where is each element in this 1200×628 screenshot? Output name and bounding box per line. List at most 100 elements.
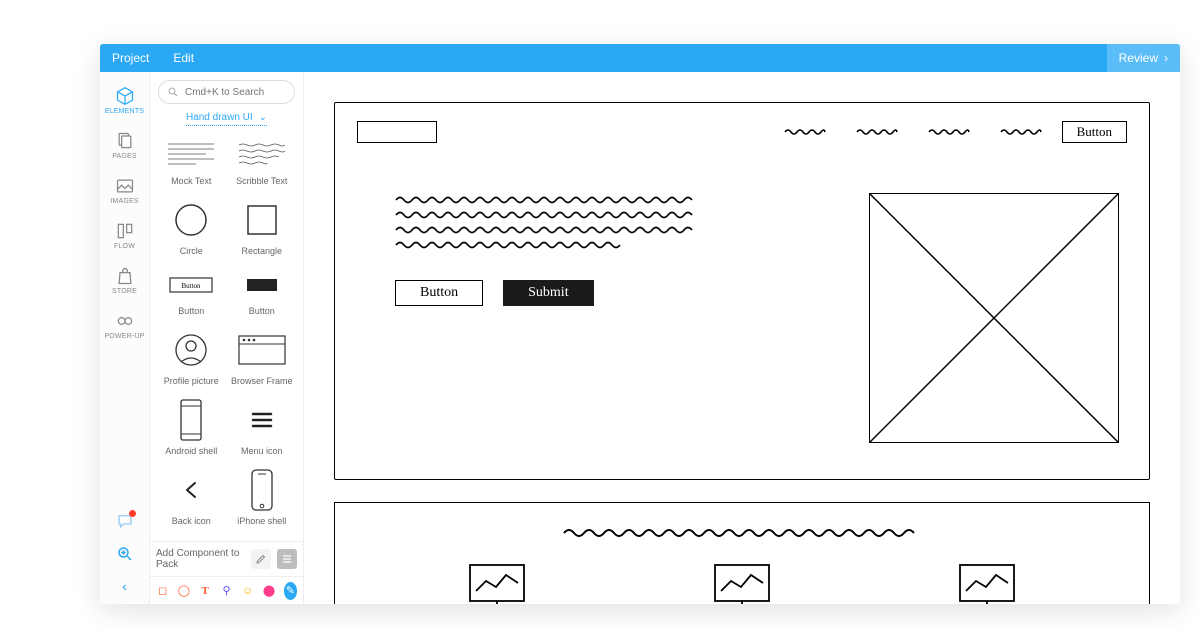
wire-chart-icon[interactable] (952, 561, 1022, 604)
element-ellipse[interactable] (227, 532, 298, 541)
pack-dropdown[interactable]: Hand drawn UI ⌄ (186, 112, 267, 126)
wire-header-button[interactable]: Button (1062, 121, 1127, 143)
wire-nav-item[interactable] (928, 123, 970, 141)
hamburger-icon-thumb (234, 398, 290, 442)
element-button-filled[interactable]: Button (227, 262, 298, 322)
element-profile-picture[interactable]: Profile picture (156, 322, 227, 392)
chip-pen-icon[interactable]: ✎ (284, 582, 297, 600)
rail-tab-flow[interactable]: Flow (100, 215, 150, 256)
wire-nav-item[interactable] (856, 123, 898, 141)
circle-thumb (163, 198, 219, 242)
wire-feature-row (335, 539, 1149, 604)
element-menu-icon[interactable]: Menu icon (227, 392, 298, 462)
browser-frame-thumb (234, 328, 290, 372)
element-iphone-shell[interactable]: iPhone shell (227, 462, 298, 532)
element-label: Rectangle (241, 246, 282, 256)
menu-edit[interactable]: Edit (161, 51, 206, 65)
chip-bar: ◻ ◯ T ⚲ ☺ ⬤ ✎ (150, 576, 303, 604)
iphone-shell-thumb (234, 468, 290, 512)
rail-bottom: ‹ (116, 512, 134, 604)
element-label: Button (178, 306, 204, 316)
chip-square-icon[interactable]: ◻ (156, 582, 169, 600)
menu-review[interactable]: Review › (1107, 44, 1180, 72)
menu-review-label: Review (1119, 51, 1158, 65)
search-icon (167, 86, 179, 98)
pack-name: Hand drawn UI (186, 112, 253, 123)
wire-image-placeholder[interactable] (869, 193, 1119, 443)
rail-tab-powerup[interactable]: Power-up (100, 305, 150, 346)
wire-nav (784, 123, 1042, 141)
element-tablet-shell[interactable] (156, 532, 227, 541)
avatar-thumb (163, 328, 219, 372)
left-rail: Elements Pages Images Flow (100, 72, 150, 604)
element-label: Button (249, 306, 275, 316)
element-button-outline[interactable]: Button Button (156, 262, 227, 322)
rail-tab-elements[interactable]: Elements (100, 80, 150, 121)
element-label: Android shell (165, 446, 217, 456)
android-shell-thumb (163, 398, 219, 442)
element-android-shell[interactable]: Android shell (156, 392, 227, 462)
rail-tab-store[interactable]: Store (100, 260, 150, 301)
svg-text:Button: Button (182, 282, 202, 290)
wire-nav-item[interactable] (1000, 123, 1042, 141)
element-label: Mock Text (171, 176, 211, 186)
wire-chart-icon[interactable] (462, 561, 532, 604)
rail-label: Flow (114, 243, 135, 250)
panel-footer: Add Component to Pack (150, 541, 303, 576)
chat-icon[interactable] (116, 512, 134, 535)
notification-dot (129, 510, 136, 517)
element-label: Menu icon (241, 446, 283, 456)
canvas[interactable]: Button Button Submit (304, 72, 1180, 604)
search-input[interactable] (185, 87, 286, 98)
element-back-icon[interactable]: Back icon (156, 462, 227, 532)
rail-tab-images[interactable]: Images (100, 170, 150, 211)
chip-circle-icon[interactable]: ◯ (177, 582, 190, 600)
element-rectangle[interactable]: Rectangle (227, 192, 298, 262)
wire-button-primary[interactable]: Button (395, 280, 483, 306)
back-arrow-icon[interactable]: ‹ (122, 578, 127, 594)
chip-comment-icon[interactable]: ⬤ (262, 582, 275, 600)
wire-button-submit[interactable]: Submit (503, 280, 593, 306)
wire-chart-icon[interactable] (707, 561, 777, 604)
add-component-label: Add Component to Pack (156, 548, 245, 570)
rail-label: Images (110, 198, 138, 205)
edit-pack-icon[interactable] (251, 549, 271, 569)
app-window: Project Edit Review › Elements Pages (100, 44, 1180, 604)
mock-text-thumb (163, 138, 219, 172)
element-label: Profile picture (164, 376, 219, 386)
rail-tab-pages[interactable]: Pages (100, 125, 150, 166)
rail-label: Store (112, 288, 137, 295)
chevron-right-icon: › (1164, 51, 1168, 65)
wire-section-title[interactable] (335, 503, 1149, 539)
content-area: Elements Pages Images Flow (100, 72, 1180, 604)
zoom-icon[interactable] (116, 545, 134, 568)
cube-icon (115, 86, 135, 106)
wire-text-block[interactable]: Button Submit (395, 193, 705, 443)
rail-label: Elements (105, 108, 144, 115)
button-filled-thumb (234, 268, 290, 302)
element-browser-frame[interactable]: Browser Frame (227, 322, 298, 392)
wireframe-hero[interactable]: Button Button Submit (334, 102, 1150, 480)
wireframe-section-2[interactable] (334, 502, 1150, 604)
chip-emoji-icon[interactable]: ☺ (241, 582, 254, 600)
rail-label: Power-up (104, 333, 144, 340)
flow-icon (115, 221, 135, 241)
back-icon-thumb (163, 468, 219, 512)
search-field[interactable] (158, 80, 295, 104)
pages-icon (115, 131, 135, 151)
chip-text-icon[interactable]: T (199, 582, 212, 600)
element-circle[interactable]: Circle (156, 192, 227, 262)
menu-project[interactable]: Project (100, 51, 161, 65)
bag-icon (115, 266, 135, 286)
wire-button-row: Button Submit (395, 280, 705, 306)
element-mock-text[interactable]: Mock Text (156, 132, 227, 192)
hamburger-icon[interactable] (277, 549, 297, 569)
rectangle-thumb (234, 198, 290, 242)
chip-pin-icon[interactable]: ⚲ (220, 582, 233, 600)
wire-nav-item[interactable] (784, 123, 826, 141)
element-label: Back icon (172, 516, 211, 526)
image-icon (115, 176, 135, 196)
wire-logo-placeholder[interactable] (357, 121, 437, 143)
element-scribble-text[interactable]: Scribble Text (227, 132, 298, 192)
button-outline-thumb: Button (163, 268, 219, 302)
